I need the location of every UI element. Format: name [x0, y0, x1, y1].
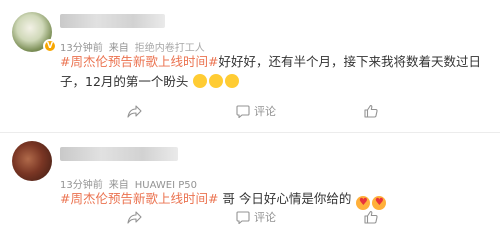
username-blurred[interactable]: [60, 14, 165, 28]
crying-emoji-icon: [193, 74, 208, 88]
crying-emoji-icon: [209, 74, 224, 88]
post-1: V 13分钟前 来自 拒绝内卷打工人 #周杰伦预告新歌上线时间#好好好，还有半个月，…: [0, 0, 500, 133]
comment-label: 评论: [254, 211, 276, 224]
crying-emoji-icon: [225, 74, 240, 88]
comment-button[interactable]: 评论: [236, 100, 276, 122]
action-bar: 评论: [0, 206, 500, 228]
username-blurred[interactable]: [60, 147, 178, 161]
avatar[interactable]: [12, 141, 52, 181]
comment-icon: [236, 104, 250, 118]
share-button[interactable]: [127, 206, 142, 228]
comment-label: 评论: [254, 105, 276, 118]
share-icon: [127, 104, 142, 118]
action-bar: 评论: [0, 100, 500, 122]
comment-icon: [236, 210, 250, 224]
like-button[interactable]: [364, 206, 378, 228]
post-content: #周杰伦预告新歌上线时间#好好好，还有半个月，接下来我将数着天数过日子，12月的…: [60, 52, 485, 92]
topic-link[interactable]: #周杰伦预告新歌上线时间#: [60, 191, 218, 206]
post-2: 13分钟前 来自 HUAWEI P50 #周杰伦预告新歌上线时间# 哥 今日好心情是…: [0, 133, 500, 242]
vip-badge-icon: V: [43, 39, 57, 53]
like-button[interactable]: [364, 100, 378, 122]
post-text: 哥 今日好心情是你给的: [218, 191, 352, 206]
comment-button[interactable]: 评论: [236, 206, 276, 228]
thumbs-up-icon: [364, 104, 378, 118]
topic-link[interactable]: #周杰伦预告新歌上线时间#: [60, 54, 218, 69]
share-button[interactable]: [127, 100, 142, 122]
share-icon: [127, 210, 142, 224]
thumbs-up-icon: [364, 210, 378, 224]
